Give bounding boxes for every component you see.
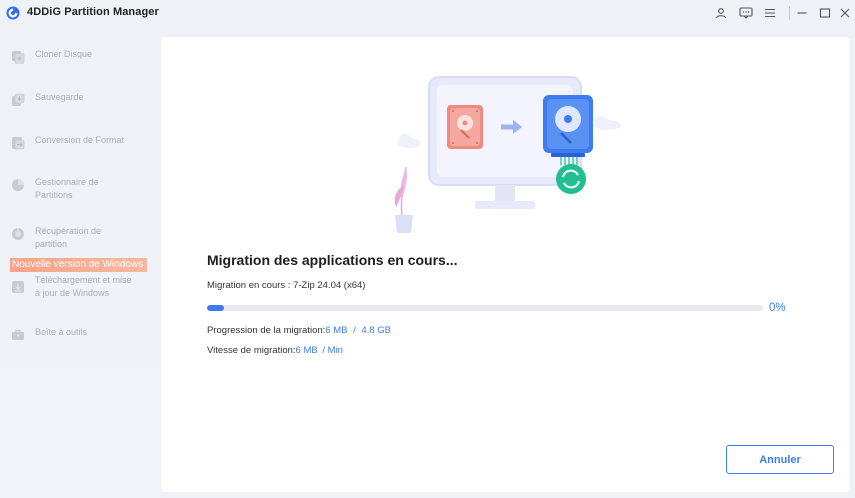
sidebar-item-partition-manager[interactable]: Gestionnaire de Partitions (10, 176, 155, 202)
sidebar-item-backup[interactable]: Sauvegarde (10, 91, 155, 108)
speed-value: 6 MB (295, 345, 318, 356)
migration-panel: Migration des applications en cours... M… (161, 37, 850, 492)
speed-label: Vitesse de migration: (207, 345, 296, 356)
sidebar-item-label: Cloner Disque (35, 49, 93, 59)
sidebar-item-windows-download[interactable]: Téléchargement et mise à jour de Windows (10, 274, 155, 300)
progress-percent: 0% (769, 302, 786, 314)
sidebar-item-label: Conversion de Format (35, 135, 125, 145)
migration-title: Migration des applications en cours... (207, 252, 458, 268)
migration-progress-line: Progression de la migration:6 MB / 4.8 G… (207, 325, 391, 336)
current-app-label: Migration en cours : (207, 280, 291, 291)
sidebar-item-format-conversion[interactable]: Conversion de Format (10, 134, 155, 151)
migration-progress-bar (207, 305, 763, 311)
user-icon[interactable] (712, 4, 730, 22)
sidebar-item-partition-recovery[interactable]: Récupération de partition (10, 225, 155, 251)
sidebar-item-clone-disk[interactable]: Cloner Disque (10, 48, 155, 65)
maximize-icon[interactable] (816, 4, 834, 22)
app-title: 4DDiG Partition Manager (27, 6, 159, 18)
sidebar-item-label: Sauvegarde (35, 92, 84, 102)
close-icon[interactable] (836, 4, 854, 22)
sidebar-item-label: Boîte à outils (35, 327, 88, 337)
sidebar-item-toolbox[interactable]: Boîte à outils (10, 326, 155, 343)
progress-label: Progression de la migration: (207, 325, 326, 336)
current-app-line: Migration en cours : 7-Zip 24.04 (x64) (207, 280, 365, 291)
cancel-button[interactable]: Annuler (726, 445, 834, 474)
backup-icon (10, 92, 26, 108)
progress-done: 6 MB (325, 325, 348, 336)
new-windows-version-badge: Nouvelle version de Windows (10, 258, 147, 272)
sidebar-item-label: Récupération de partition (35, 226, 102, 249)
clone-disk-icon (10, 49, 26, 65)
partition-recovery-icon (10, 226, 26, 242)
progress-total: 4.8 GB (361, 325, 391, 336)
current-app-name: 7-Zip 24.04 (x64) (293, 280, 366, 291)
feedback-icon[interactable] (737, 4, 755, 22)
speed-unit: / Min (322, 345, 343, 356)
toolbox-icon (10, 327, 26, 343)
minimize-icon[interactable] (793, 4, 811, 22)
title-bar-divider (789, 6, 790, 20)
migration-illustration (394, 76, 621, 233)
app-logo-icon (6, 6, 20, 20)
menu-icon[interactable] (761, 4, 779, 22)
sidebar-item-label: Téléchargement et mise à jour de Windows (35, 275, 132, 298)
sidebar: Cloner Disque Sauvegarde Conversion de F… (0, 36, 160, 498)
windows-download-icon (10, 279, 26, 295)
migration-progress-fill (207, 305, 224, 311)
convert-icon (10, 135, 26, 151)
progress-separator: / (353, 325, 356, 336)
title-bar: 4DDiG Partition Manager (0, 0, 855, 26)
partition-manager-icon (10, 177, 26, 193)
migration-speed-line: Vitesse de migration:6 MB / Min (207, 345, 343, 356)
sidebar-item-label: Gestionnaire de Partitions (35, 177, 99, 200)
